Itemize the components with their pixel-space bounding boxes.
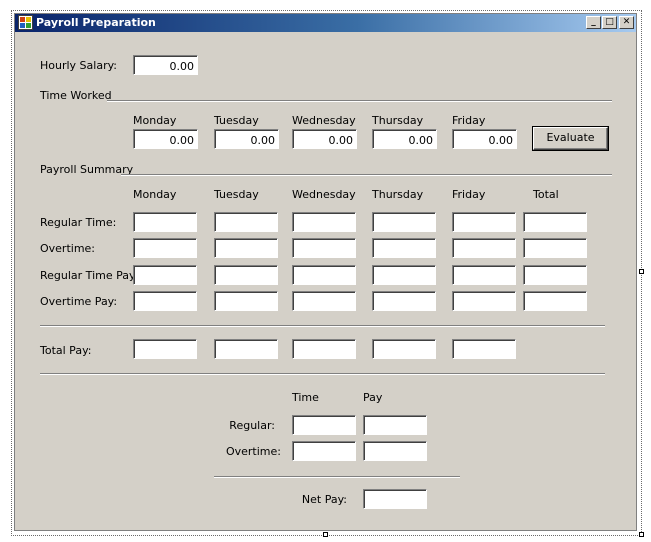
thursday-hours-input[interactable] xyxy=(372,129,437,149)
window-title: Payroll Preparation xyxy=(36,16,156,29)
regular-pay-wednesday[interactable] xyxy=(292,265,356,285)
regular-time-friday[interactable] xyxy=(452,212,516,232)
total-pay-label: Total Pay: xyxy=(40,344,92,357)
total-pay-divider-bottom xyxy=(40,373,605,375)
maximize-button[interactable]: □ xyxy=(602,16,617,29)
overtime-tuesday[interactable] xyxy=(214,238,278,258)
time-worked-label: Time Worked xyxy=(40,89,112,102)
overtime-monday[interactable] xyxy=(133,238,197,258)
summary-col-thursday: Thursday xyxy=(372,188,424,201)
regular-pay-monday[interactable] xyxy=(133,265,197,285)
summary-regular-time[interactable] xyxy=(292,415,356,435)
summary-pay-header: Pay xyxy=(363,391,383,404)
regular-pay-thursday[interactable] xyxy=(372,265,436,285)
day-label-monday: Monday xyxy=(133,114,177,127)
app-icon xyxy=(18,15,33,30)
summary-overtime-label: Overtime: xyxy=(225,445,281,458)
close-button[interactable]: ✕ xyxy=(619,16,634,29)
day-label-tuesday: Tuesday xyxy=(214,114,259,127)
regular-time-tuesday[interactable] xyxy=(214,212,278,232)
day-label-friday: Friday xyxy=(452,114,486,127)
resize-grip-corner[interactable] xyxy=(639,532,644,537)
friday-hours-input[interactable] xyxy=(452,129,517,149)
overtime-label: Overtime: xyxy=(40,242,96,255)
hourly-salary-label: Hourly Salary: xyxy=(40,59,118,72)
summary-overtime-pay[interactable] xyxy=(363,441,427,461)
monday-hours-input[interactable] xyxy=(133,129,198,149)
regular-time-total[interactable] xyxy=(523,212,587,232)
summary-time-header: Time xyxy=(292,391,319,404)
total-pay-friday[interactable] xyxy=(452,339,516,359)
total-pay-divider-top xyxy=(40,325,605,327)
summary-col-friday: Friday xyxy=(452,188,486,201)
net-pay-output[interactable] xyxy=(363,489,427,509)
summary-overtime-time[interactable] xyxy=(292,441,356,461)
overtime-pay-wednesday[interactable] xyxy=(292,291,356,311)
summary-regular-label: Regular: xyxy=(229,419,275,432)
regular-time-monday[interactable] xyxy=(133,212,197,232)
total-pay-thursday[interactable] xyxy=(372,339,436,359)
regular-time-pay-label: Regular Time Pay: xyxy=(40,269,139,282)
net-pay-divider xyxy=(214,476,460,478)
overtime-friday[interactable] xyxy=(452,238,516,258)
overtime-total[interactable] xyxy=(523,238,587,258)
tuesday-hours-input[interactable] xyxy=(214,129,279,149)
summary-col-tuesday: Tuesday xyxy=(214,188,259,201)
summary-col-monday: Monday xyxy=(133,188,177,201)
net-pay-label: Net Pay: xyxy=(301,493,347,506)
resize-grip-bottom[interactable] xyxy=(323,532,328,537)
regular-pay-total[interactable] xyxy=(523,265,587,285)
overtime-pay-tuesday[interactable] xyxy=(214,291,278,311)
regular-pay-friday[interactable] xyxy=(452,265,516,285)
summary-col-wednesday: Wednesday xyxy=(292,188,356,201)
payroll-summary-label: Payroll Summary xyxy=(40,163,134,176)
summary-col-total: Total xyxy=(533,188,559,201)
title-bar[interactable]: Payroll Preparation _ □ ✕ xyxy=(15,14,636,32)
time-worked-divider xyxy=(107,100,612,102)
resize-grip-right[interactable] xyxy=(639,269,644,274)
overtime-pay-label: Overtime Pay: xyxy=(40,295,118,308)
day-label-thursday: Thursday xyxy=(372,114,424,127)
total-pay-wednesday[interactable] xyxy=(292,339,356,359)
payroll-summary-divider xyxy=(121,174,612,176)
regular-time-thursday[interactable] xyxy=(372,212,436,232)
day-label-wednesday: Wednesday xyxy=(292,114,356,127)
overtime-pay-monday[interactable] xyxy=(133,291,197,311)
minimize-button[interactable]: _ xyxy=(586,16,601,29)
overtime-pay-thursday[interactable] xyxy=(372,291,436,311)
hourly-salary-input[interactable] xyxy=(133,55,198,75)
overtime-pay-total[interactable] xyxy=(523,291,587,311)
wednesday-hours-input[interactable] xyxy=(292,129,357,149)
payroll-window: Payroll Preparation _ □ ✕ Hourly Salary:… xyxy=(14,13,637,531)
overtime-thursday[interactable] xyxy=(372,238,436,258)
regular-pay-tuesday[interactable] xyxy=(214,265,278,285)
total-pay-monday[interactable] xyxy=(133,339,197,359)
total-pay-tuesday[interactable] xyxy=(214,339,278,359)
overtime-pay-friday[interactable] xyxy=(452,291,516,311)
regular-time-wednesday[interactable] xyxy=(292,212,356,232)
evaluate-button[interactable]: Evaluate xyxy=(533,127,608,150)
regular-time-label: Regular Time: xyxy=(40,216,117,229)
summary-regular-pay[interactable] xyxy=(363,415,427,435)
overtime-wednesday[interactable] xyxy=(292,238,356,258)
